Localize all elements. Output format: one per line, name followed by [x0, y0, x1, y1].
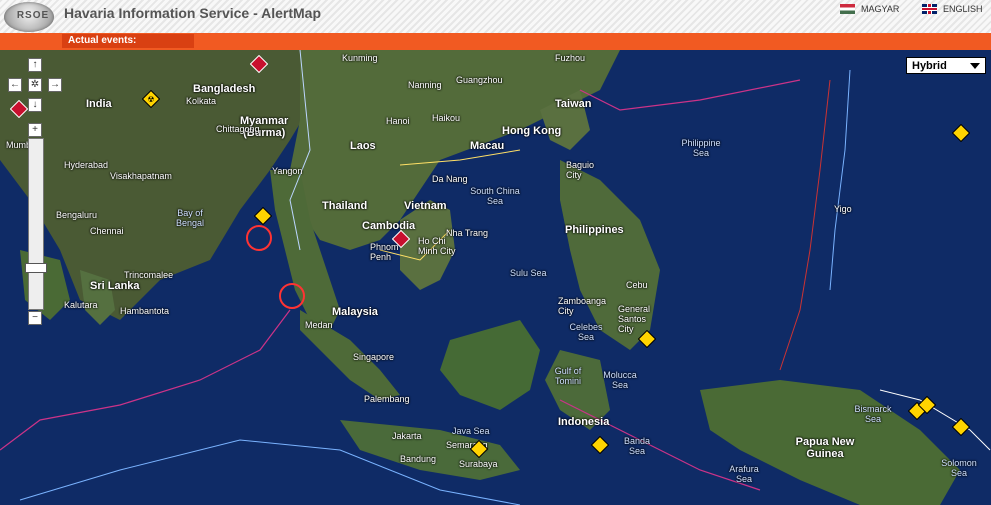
- pan-up-button[interactable]: ↑: [28, 58, 42, 72]
- label-hanoi: Hanoi: [386, 116, 410, 126]
- pan-left-button[interactable]: ←: [8, 78, 22, 92]
- alert-warning-icon[interactable]: [952, 418, 970, 436]
- label-taiwan: Taiwan: [555, 98, 592, 110]
- label-bay-of-bengal: Bay of Bengal: [175, 208, 205, 228]
- alert-red-icon[interactable]: [10, 100, 28, 118]
- label-malaysia: Malaysia: [332, 306, 378, 318]
- zoom-handle[interactable]: [25, 263, 47, 273]
- alert-warning-icon[interactable]: ☢: [142, 90, 160, 108]
- label-papua-new-guinea: Papua New Guinea: [795, 436, 855, 460]
- pan-right-button[interactable]: →: [48, 78, 62, 92]
- zoom-out-button[interactable]: −: [28, 311, 42, 325]
- label-bangladesh: Bangladesh: [193, 83, 256, 95]
- label-solomon-sea: Solomon Sea: [941, 458, 977, 478]
- label-hambantota: Hambantota: [120, 306, 170, 316]
- alert-warning-icon[interactable]: [591, 436, 609, 454]
- label-zamboanga-city: Zamboanga City: [558, 296, 607, 316]
- label-fuzhou: Fuzhou: [555, 53, 586, 63]
- actual-events-tab[interactable]: Actual events:: [62, 34, 194, 48]
- label-macau: Macau: [470, 140, 505, 152]
- label-thailand: Thailand: [322, 200, 368, 212]
- label-kunming: Kunming: [342, 53, 378, 63]
- alert-warning-icon[interactable]: [638, 330, 656, 348]
- label-palembang: Palembang: [364, 394, 410, 404]
- alert-warning-icon[interactable]: [918, 396, 936, 414]
- label-kolkata: Kolkata: [186, 96, 217, 106]
- header: RSOE Havaria Information Service - Alert…: [0, 0, 991, 33]
- label-trincomalee: Trincomalee: [124, 270, 174, 280]
- label-java-sea: Java Sea: [452, 426, 490, 436]
- label-medan: Medan: [305, 320, 333, 330]
- zoom-slider[interactable]: [28, 138, 44, 310]
- label-jakarta: Jakarta: [392, 431, 422, 441]
- label-gulf-of-tomini: Gulf of Tomini: [554, 366, 582, 386]
- lang-en-link[interactable]: ENGLISH: [922, 4, 983, 14]
- label-bengaluru: Bengaluru: [56, 210, 98, 220]
- label-chittagong: Chittagong: [216, 124, 260, 134]
- zoom-in-button[interactable]: +: [28, 123, 42, 137]
- pan-down-button[interactable]: ↓: [28, 98, 42, 112]
- svg-text:☢: ☢: [147, 95, 154, 104]
- label-vietnam: Vietnam: [404, 200, 447, 212]
- alert-red-icon[interactable]: [250, 55, 268, 73]
- label-guangzhou: Guangzhou: [456, 75, 503, 85]
- label-singapore: Singapore: [353, 352, 395, 362]
- pan-center-button[interactable]: ✲: [28, 78, 42, 92]
- map-type-select[interactable]: Hybrid: [906, 57, 986, 74]
- label-surabaya: Surabaya: [459, 459, 498, 469]
- alert-warning-icon[interactable]: [470, 440, 488, 458]
- label-yigo: Yigo: [834, 204, 852, 214]
- label-molucca-sea: Molucca Sea: [603, 370, 637, 390]
- label-banda-sea: Banda Sea: [623, 436, 651, 456]
- alert-map[interactable]: India Bangladesh Myanmar (Burma) Laos Th…: [0, 50, 991, 505]
- label-philippine-sea: Philippine Sea: [681, 138, 721, 158]
- label-nanning: Nanning: [408, 80, 442, 90]
- label-da-nang: Da Nang: [432, 174, 468, 184]
- label-philippines: Philippines: [565, 224, 624, 236]
- lang-hu-link[interactable]: MAGYAR: [840, 4, 899, 14]
- logo-icon[interactable]: RSOE: [4, 2, 54, 32]
- label-hyderabad: Hyderabad: [64, 160, 109, 170]
- label-visakhapatnam: Visakhapatnam: [110, 171, 172, 181]
- label-celebes-sea: Celebes Sea: [569, 322, 603, 342]
- label-baguio-city: Baguio City: [566, 160, 595, 180]
- label-bismarck-sea: Bismarck Sea: [854, 404, 892, 424]
- alert-warning-icon[interactable]: [254, 207, 272, 225]
- label-yangon: Yangon: [272, 166, 303, 176]
- label-bandung: Bandung: [400, 454, 437, 464]
- label-sri-lanka: Sri Lanka: [90, 280, 140, 292]
- label-hong-kong: Hong Kong: [502, 125, 562, 137]
- label-ho-chi-minh-city: Ho Chi Minh City: [418, 236, 456, 256]
- label-arafura-sea: Arafura Sea: [729, 464, 759, 484]
- label-indonesia: Indonesia: [558, 416, 610, 428]
- label-sulu-sea: Sulu Sea: [510, 268, 547, 278]
- alert-red-icon[interactable]: [392, 230, 410, 248]
- alert-warning-icon[interactable]: [952, 124, 970, 142]
- label-cebu: Cebu: [626, 280, 648, 290]
- flag-uk-icon: [922, 4, 937, 14]
- flag-hu-icon: [840, 4, 855, 14]
- label-chennai: Chennai: [90, 226, 124, 236]
- label-laos: Laos: [350, 140, 376, 152]
- label-india: India: [86, 98, 112, 110]
- label-kalutara: Kalutara: [64, 300, 98, 310]
- app-title: Havaria Information Service - AlertMap: [64, 5, 322, 21]
- label-south-china-sea: South China Sea: [470, 186, 520, 206]
- label-haikou: Haikou: [432, 113, 461, 123]
